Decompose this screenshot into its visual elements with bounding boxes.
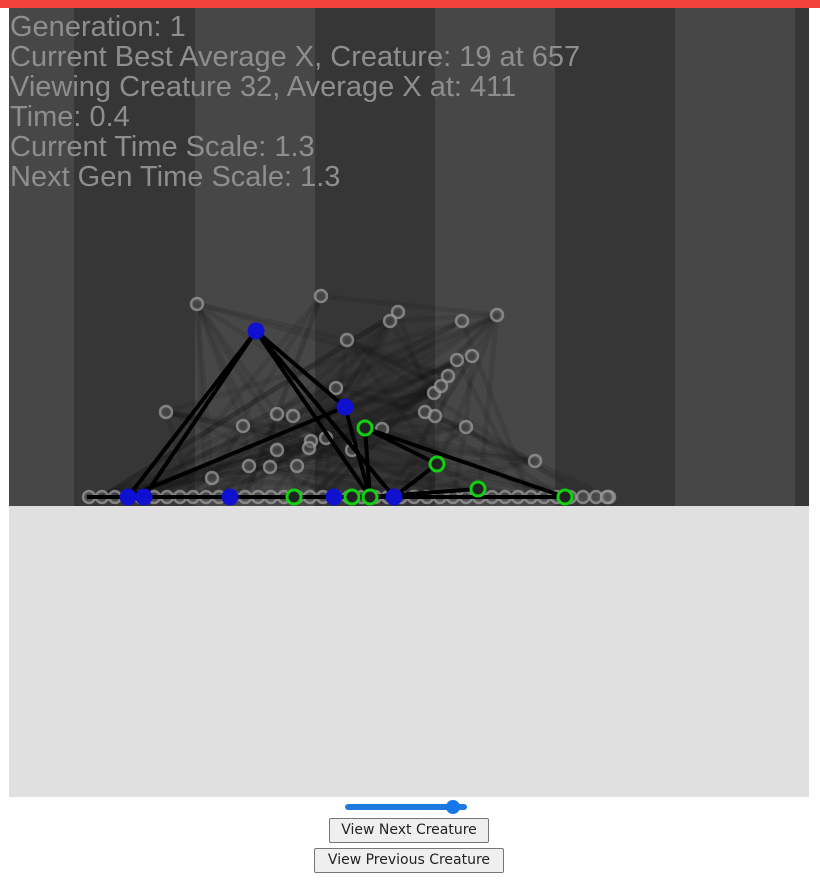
next-gen-time-scale-text: Next Gen Time Scale: 1.3 [10, 161, 341, 193]
creature-node-green [356, 419, 374, 437]
ghost-node [313, 288, 329, 304]
ghost-node [269, 442, 285, 458]
view-next-creature-button[interactable]: View Next Creature [329, 818, 489, 843]
creature-node-green [556, 488, 574, 506]
ghost-node [285, 408, 301, 424]
ghost-node [301, 440, 317, 456]
ghost-node [575, 489, 591, 505]
best-creature-text: Current Best Average X, Creature: 19 at … [10, 41, 581, 73]
ghost-node [328, 380, 344, 396]
time-text: Time: 0.4 [10, 101, 130, 133]
ghost-node [382, 313, 398, 329]
ghost-node [464, 348, 480, 364]
ghost-node [599, 489, 615, 505]
creature-node-blue [325, 488, 343, 506]
time-scale-slider[interactable] [343, 799, 475, 815]
ghost-node [440, 368, 456, 384]
ground [9, 506, 809, 797]
creature-node-blue [119, 488, 137, 506]
creature-node-green [361, 488, 379, 506]
viewing-creature-text: Viewing Creature 32, Average X at: 411 [10, 71, 517, 103]
stats-overlay: Generation: 1 Current Best Average X, Cr… [10, 12, 580, 192]
creature-node-blue [385, 488, 403, 506]
creature-node-green [343, 488, 361, 506]
time-scale-text: Current Time Scale: 1.3 [10, 131, 315, 163]
creature-node-blue [135, 488, 153, 506]
ghost-node [458, 419, 474, 435]
background-stripe [795, 8, 809, 506]
view-previous-creature-button[interactable]: View Previous Creature [314, 848, 504, 873]
simulation-canvas: Generation: 1 Current Best Average X, Cr… [9, 8, 809, 797]
ghost-node [241, 458, 257, 474]
creature-node-blue [221, 488, 239, 506]
ghost-node [235, 418, 251, 434]
ghost-node [289, 458, 305, 474]
slider-thumb[interactable] [446, 800, 460, 814]
creature-node-green [469, 480, 487, 498]
ghost-node [262, 459, 278, 475]
ghost-node [269, 406, 285, 422]
creature-node-blue [336, 398, 354, 416]
creature-node-green [285, 488, 303, 506]
ghost-node [339, 332, 355, 348]
ghost-node [427, 408, 443, 424]
ghost-node [527, 453, 543, 469]
ghost-node [489, 307, 505, 323]
background-stripe [675, 8, 795, 506]
creature-node-green [428, 455, 446, 473]
ghost-node [449, 352, 465, 368]
creature-node-blue [247, 322, 265, 340]
ghost-node [204, 470, 220, 486]
ghost-node [189, 296, 205, 312]
ghost-node [454, 313, 470, 329]
ghost-node [158, 404, 174, 420]
generation-text: Generation: 1 [10, 11, 186, 43]
top-accent-bar [0, 0, 820, 8]
